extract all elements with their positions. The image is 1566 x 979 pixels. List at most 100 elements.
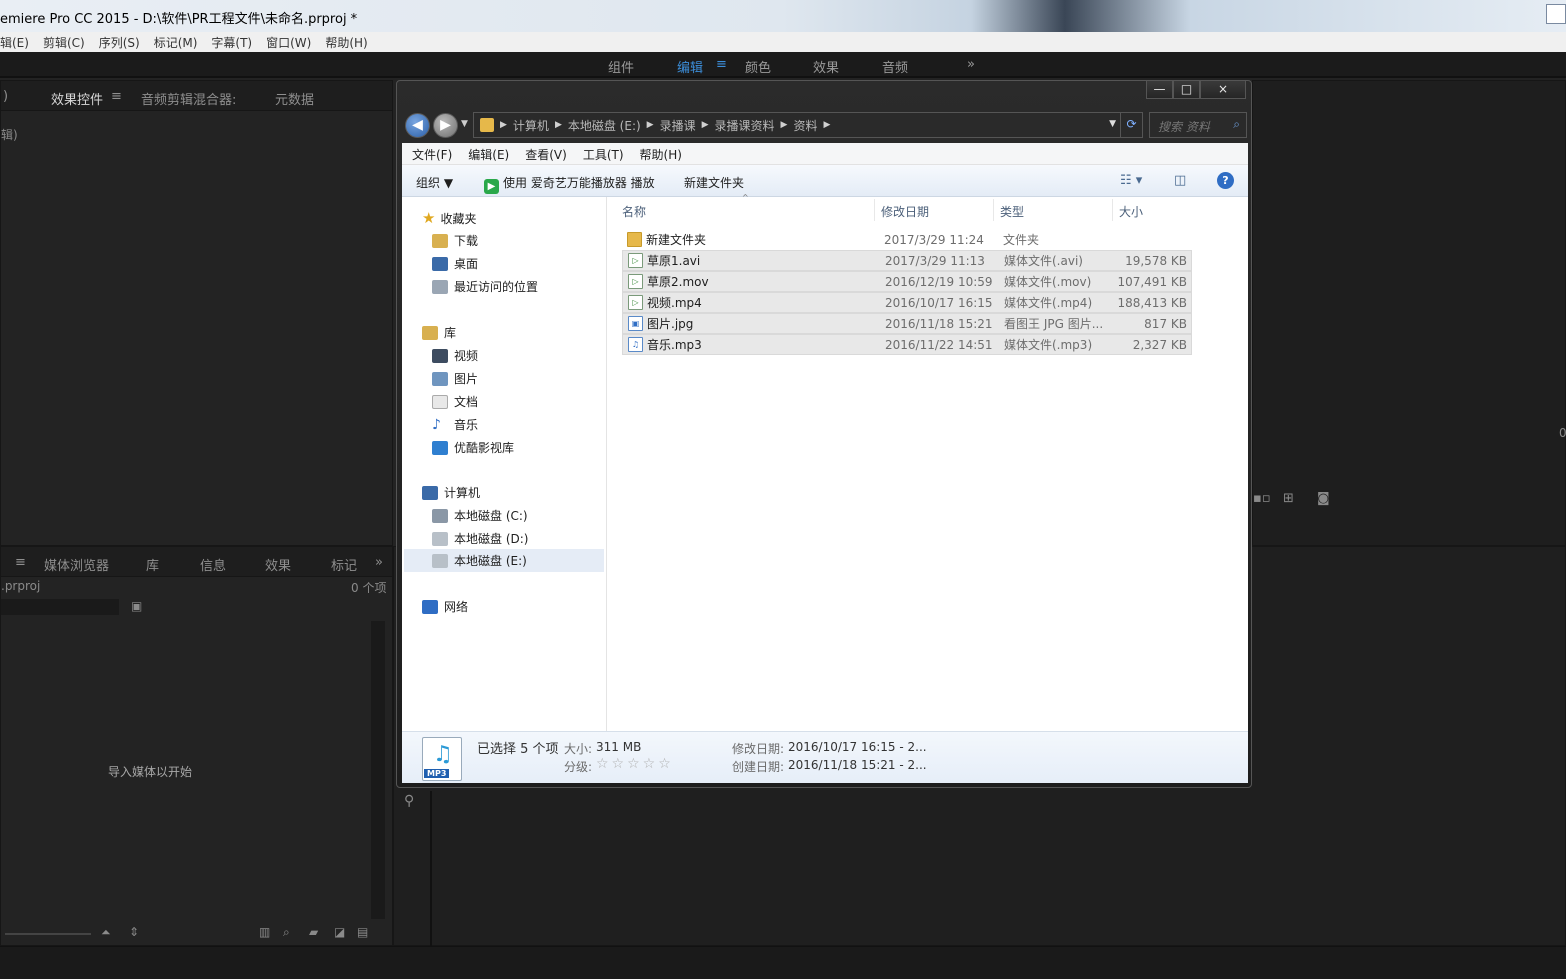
workspace-tab-assembly[interactable]: 组件 (608, 57, 634, 76)
nav-item-pictures[interactable]: 图片 (432, 370, 478, 387)
pr-menu-clip[interactable]: 剪辑(C) (43, 34, 85, 52)
workspace-menu-icon[interactable]: ≡ (716, 57, 727, 72)
breadcrumb-course-materials[interactable]: 录播课资料 (715, 117, 775, 134)
refresh-icon[interactable]: ⟳ (1120, 113, 1142, 137)
nav-network[interactable]: 网络 (422, 598, 468, 615)
nav-item-desktop[interactable]: 桌面 (432, 255, 478, 272)
breadcrumb-materials[interactable]: 资料 (793, 117, 817, 134)
column-header-type[interactable]: 类型 (1000, 203, 1024, 220)
history-dropdown-icon[interactable]: ▼ (461, 119, 468, 129)
workspace-tab-color[interactable]: 颜色 (745, 57, 771, 76)
back-button[interactable]: ◀ (405, 113, 430, 138)
organize-button[interactable]: 组织 ▼ (416, 174, 453, 191)
breadcrumb-chevron-icon[interactable]: ▶ (647, 120, 654, 130)
tab-metadata[interactable]: 元数据 (275, 89, 314, 108)
column-divider[interactable] (874, 199, 875, 221)
nav-item-drive-c[interactable]: 本地磁盘 (C:) (432, 507, 528, 524)
nav-item-youku[interactable]: 优酷影视库 (432, 439, 514, 456)
menu-tools[interactable]: 工具(T) (583, 146, 624, 164)
breadcrumb-chevron-icon[interactable]: ▶ (500, 120, 507, 130)
maximize-button[interactable]: □ (1173, 81, 1200, 99)
minimize-button[interactable]: — (1146, 81, 1173, 99)
pr-menu-window[interactable]: 窗口(W) (266, 34, 311, 52)
premiere-window-control[interactable] (1546, 4, 1566, 24)
breadcrumb-chevron-icon[interactable]: ▶ (823, 120, 830, 130)
automate-icon[interactable]: ⇕ (129, 925, 139, 939)
tab-markers[interactable]: 标记 (331, 555, 357, 574)
nav-favorites[interactable]: ★ 收藏夹 (422, 209, 476, 227)
menu-view[interactable]: 查看(V) (525, 146, 567, 164)
project-scrollbar[interactable] (371, 621, 385, 919)
file-row[interactable]: 新建文件夹 2017/3/29 11:24 文件夹 (622, 229, 1192, 250)
file-row[interactable]: ♫ 音乐.mp3 2016/11/22 14:51 媒体文件(.mp3) 2,3… (622, 334, 1192, 355)
monitor-insert-icon[interactable]: ⊞ (1283, 491, 1294, 506)
nav-computer[interactable]: 计算机 (422, 484, 480, 501)
nav-item-documents[interactable]: 文档 (432, 393, 478, 410)
view-options-icon[interactable]: ☷ ▾ (1120, 173, 1142, 188)
breadcrumb-chevron-icon[interactable]: ▶ (555, 120, 562, 130)
monitor-lift-icon[interactable]: ▪▫ (1253, 491, 1271, 506)
column-header-date[interactable]: 修改日期 (881, 203, 929, 220)
zoom-icon[interactable]: ⚲ (404, 793, 414, 809)
address-bar[interactable]: ▶ 计算机 ▶ 本地磁盘 (E:) ▶ 录播课 ▶ 录播课资料 ▶ 资料 ▶ ▼… (473, 112, 1143, 138)
breadcrumb-chevron-icon[interactable]: ▶ (702, 120, 709, 130)
tab-info[interactable]: 信息 (200, 555, 226, 574)
menu-edit[interactable]: 编辑(E) (468, 146, 509, 164)
help-icon[interactable]: ? (1217, 172, 1234, 189)
play-with-button[interactable]: ▶ 使用 爱奇艺万能播放器 播放 (484, 174, 655, 194)
project-tabs-overflow-icon[interactable]: » (375, 555, 383, 570)
column-divider[interactable] (993, 199, 994, 221)
column-divider[interactable] (1112, 199, 1113, 221)
file-row[interactable]: ▷ 草原2.mov 2016/12/19 10:59 媒体文件(.mov) 10… (622, 271, 1192, 292)
find-icon[interactable]: ⌕ (283, 925, 290, 940)
column-header-size[interactable]: 大小 (1119, 203, 1143, 220)
project-search-input[interactable] (1, 599, 119, 615)
pr-menu-title[interactable]: 字幕(T) (211, 34, 252, 52)
breadcrumb-drive-e[interactable]: 本地磁盘 (E:) (568, 117, 641, 134)
zoom-slider[interactable] (5, 933, 91, 935)
pr-menu-edit[interactable]: 辑(E) (0, 34, 29, 52)
new-item-icon[interactable]: ◪ (334, 925, 345, 939)
workspace-tab-audio[interactable]: 音频 (882, 57, 908, 76)
breadcrumb-chevron-icon[interactable]: ▶ (781, 120, 788, 130)
new-bin-icon[interactable]: ▰ (309, 925, 318, 939)
menu-help[interactable]: 帮助(H) (640, 146, 682, 164)
list-view-icon[interactable]: ▥ (259, 925, 270, 939)
forward-button[interactable]: ▶ (433, 113, 458, 138)
tab-media-browser[interactable]: 媒体浏览器 (44, 555, 109, 574)
file-row[interactable]: ▷ 视频.mp4 2016/10/17 16:15 媒体文件(.mp4) 188… (622, 292, 1192, 313)
file-row[interactable]: ▷ 草原1.avi 2017/3/29 11:13 媒体文件(.avi) 19,… (622, 250, 1192, 271)
workspace-overflow-icon[interactable]: » (967, 57, 975, 72)
workspace-tab-effects[interactable]: 效果 (813, 57, 839, 76)
pr-menu-sequence[interactable]: 序列(S) (99, 34, 140, 52)
nav-item-drive-e[interactable]: 本地磁盘 (E:) (404, 549, 604, 572)
panel-menu-icon[interactable]: ≡ (111, 89, 122, 104)
tab-effects[interactable]: 效果 (265, 555, 291, 574)
breadcrumb-course[interactable]: 录播课 (660, 117, 696, 134)
menu-file[interactable]: 文件(F) (412, 146, 452, 164)
nav-libraries[interactable]: 库 (422, 324, 456, 341)
breadcrumb-computer[interactable]: 计算机 (513, 117, 549, 134)
preview-pane-icon[interactable]: ◫ (1174, 173, 1186, 188)
tab-audio-clip-mixer[interactable]: 音频剪辑混合器: (141, 89, 236, 108)
address-dropdown-icon[interactable]: ▼ (1109, 119, 1116, 129)
new-folder-button[interactable]: 新建文件夹 (684, 174, 744, 191)
tab-source-fragment[interactable]: ) (3, 89, 8, 104)
project-panel-menu-icon[interactable]: ≡ (15, 555, 26, 570)
column-header-name[interactable]: 名称 (622, 203, 646, 220)
monitor-camera-icon[interactable]: ◙ (1317, 491, 1330, 506)
nav-item-videos[interactable]: 视频 (432, 347, 478, 364)
nav-item-drive-d[interactable]: 本地磁盘 (D:) (432, 530, 528, 547)
nav-item-music[interactable]: ♪ 音乐 (432, 416, 478, 433)
search-input[interactable]: 搜索 资料 ⌕ (1149, 112, 1247, 138)
clear-icon[interactable]: ▤ (357, 925, 368, 939)
file-row[interactable]: ▣ 图片.jpg 2016/11/18 15:21 看图王 JPG 图片... … (622, 313, 1192, 334)
close-button[interactable]: × (1200, 81, 1246, 99)
nav-item-downloads[interactable]: 下载 (432, 232, 478, 249)
new-search-bin-icon[interactable]: ▣ (131, 599, 142, 613)
pr-menu-help[interactable]: 帮助(H) (325, 34, 367, 52)
rating-stars[interactable]: ☆☆☆☆☆ (596, 756, 674, 772)
tab-effect-controls[interactable]: 效果控件 (51, 89, 103, 108)
nav-item-recent[interactable]: 最近访问的位置 (432, 278, 538, 295)
tab-libraries[interactable]: 库 (146, 555, 159, 574)
